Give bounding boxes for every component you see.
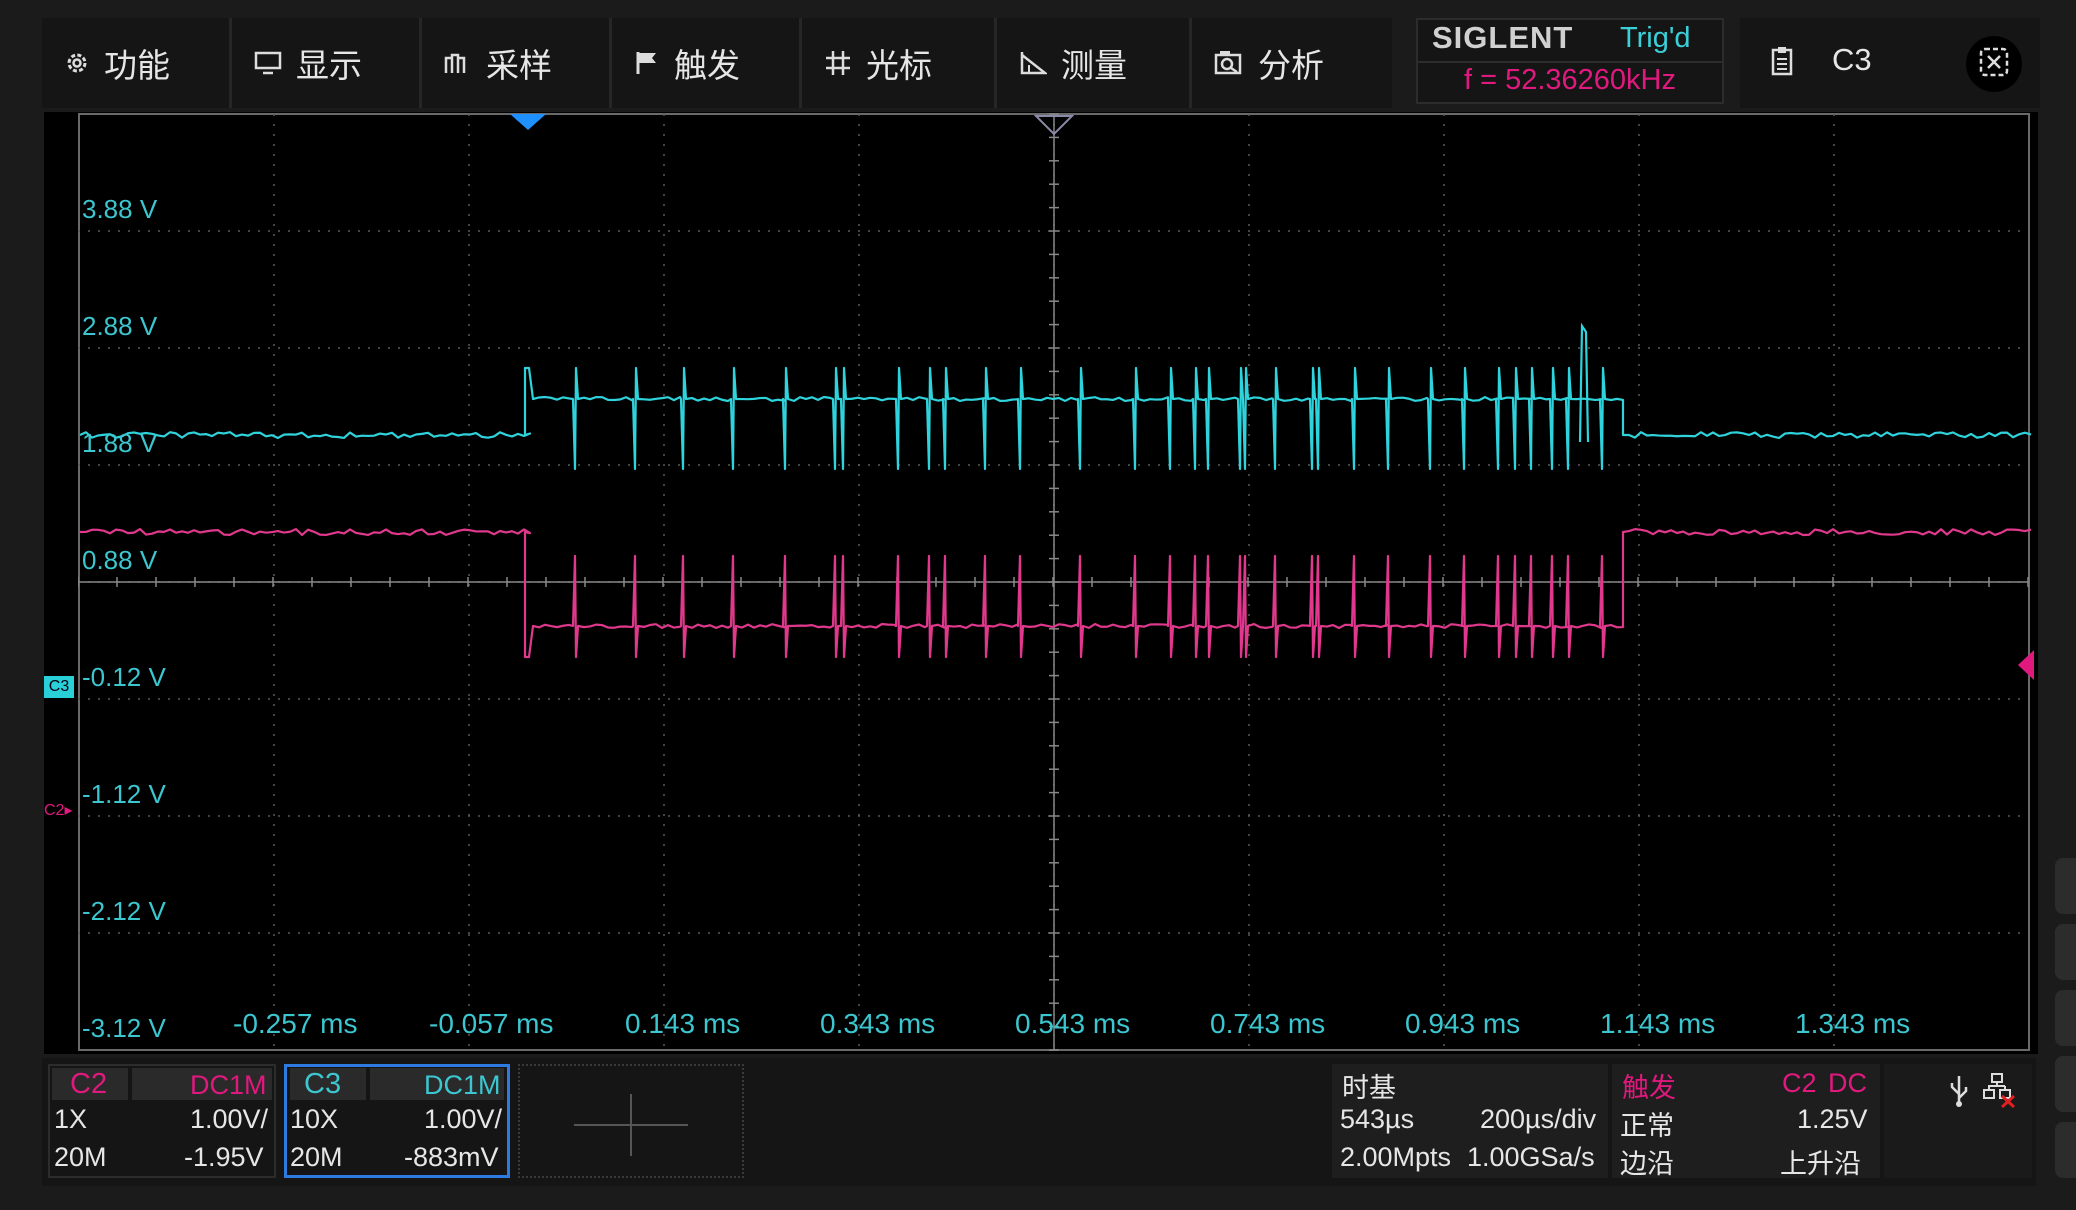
voltage-label: 2.88 V [82, 311, 157, 342]
menu-function-label: 功能 [104, 39, 170, 87]
time-label: 0.943 ms [1405, 1008, 1520, 1040]
usb-icon[interactable] [1948, 1074, 1970, 1112]
monitor-icon [254, 50, 282, 76]
brand-logo: SIGLENT [1432, 20, 1573, 56]
timebase-label: 时基 [1342, 1066, 1396, 1105]
c2-offset: -1.95V [184, 1142, 264, 1173]
menu-display-label: 显示 [296, 39, 362, 87]
time-label: 0.543 ms [1015, 1008, 1130, 1040]
time-label: 1.143 ms [1600, 1008, 1715, 1040]
c2-bandwidth: 20M [54, 1142, 107, 1173]
menu-trigger[interactable]: 触发 [612, 18, 802, 108]
side-tab[interactable] [2055, 924, 2076, 980]
c3-offset-marker[interactable]: C3 [44, 676, 74, 698]
trigger-status: Trig'd [1620, 22, 1691, 55]
time-label: 1.343 ms [1795, 1008, 1910, 1040]
trigger-level: 1.25V [1797, 1104, 1868, 1135]
voltage-label: -1.12 V [82, 779, 166, 810]
c3-coupling: DC1M [424, 1070, 501, 1101]
c3-name: C3 [304, 1068, 341, 1101]
cursor-icon [824, 49, 852, 77]
waveform-grid [78, 112, 2034, 1054]
network-disconnected-icon[interactable] [1982, 1072, 2016, 1112]
c2-probe: 1X [54, 1104, 87, 1135]
c2-marker-label: C2 [44, 802, 64, 819]
menu-bar: 功能 显示 采样 触发 光标 测量 分析 [42, 18, 1392, 108]
voltage-label: -0.12 V [82, 662, 166, 693]
side-tab[interactable] [2055, 858, 2076, 914]
menu-analysis[interactable]: 分析 [1192, 18, 1392, 108]
trigger-level-marker[interactable] [2018, 650, 2034, 680]
menu-trigger-label: 触发 [674, 39, 740, 87]
trigger-slope: 上升沿 [1780, 1142, 1861, 1181]
c2-coupling: DC1M [190, 1070, 267, 1101]
measure-icon [1019, 50, 1047, 76]
c2-scale: 1.00V/ [190, 1104, 268, 1135]
divider [1418, 61, 1722, 63]
c2-trace [80, 529, 2031, 657]
active-channel-label: C3 [1832, 42, 1872, 78]
plus-icon [574, 1094, 688, 1160]
menu-cursor-label: 光标 [866, 39, 932, 87]
timebase-delay: 543µs [1340, 1104, 1414, 1135]
voltage-label: 3.88 V [82, 194, 157, 225]
voltage-label: -2.12 V [82, 896, 166, 927]
voltage-label: 0.88 V [82, 545, 157, 576]
trigger-position-marker[interactable] [510, 114, 546, 130]
time-label: 0.743 ms [1210, 1008, 1325, 1040]
menu-display[interactable]: 显示 [232, 18, 422, 108]
trigger-coupling: DC [1828, 1068, 1867, 1099]
time-label: -0.257 ms [233, 1008, 358, 1040]
menu-measure-label: 测量 [1061, 39, 1127, 87]
c3-scale: 1.00V/ [424, 1104, 502, 1135]
memory-depth: 2.00Mpts [1340, 1142, 1451, 1173]
c3-glitch [1580, 326, 1588, 442]
trigger-label: 触发 [1622, 1066, 1676, 1105]
analysis-icon [1214, 50, 1244, 76]
side-tab[interactable] [2055, 1056, 2076, 1112]
clipboard-icon[interactable] [1770, 46, 1794, 80]
time-label: -0.057 ms [429, 1008, 554, 1040]
menu-analysis-label: 分析 [1258, 39, 1324, 87]
flag-icon [634, 50, 660, 76]
c3-bandwidth: 20M [290, 1142, 343, 1173]
time-label: 0.143 ms [625, 1008, 740, 1040]
trigger-type: 边沿 [1620, 1142, 1674, 1181]
c3-probe: 10X [290, 1104, 338, 1135]
voltage-label: 1.88 V [82, 428, 157, 459]
time-label: 0.343 ms [820, 1008, 935, 1040]
c2-offset-marker[interactable]: C2▸ [44, 800, 72, 820]
c2-name: C2 [70, 1068, 107, 1101]
menu-measure[interactable]: 测量 [997, 18, 1192, 108]
trigger-mode: 正常 [1620, 1104, 1674, 1143]
menu-acquire[interactable]: 采样 [422, 18, 612, 108]
c3-offset: -883mV [404, 1142, 499, 1173]
timebase-scale: 200µs/div [1480, 1104, 1596, 1135]
sample-rate: 1.00GSa/s [1467, 1142, 1595, 1173]
acquire-icon [444, 50, 472, 76]
center-time-marker [1034, 114, 1074, 140]
close-button[interactable] [1966, 36, 2022, 92]
close-icon [1977, 45, 2011, 83]
voltage-label: -3.12 V [82, 1013, 166, 1044]
side-tab[interactable] [2055, 990, 2076, 1046]
side-tab[interactable] [2055, 1122, 2076, 1178]
menu-function[interactable]: 功能 [42, 18, 232, 108]
gear-icon [64, 50, 90, 76]
add-channel-button[interactable] [518, 1064, 744, 1178]
trigger-source: C2 [1782, 1068, 1817, 1099]
menu-acquire-label: 采样 [486, 39, 552, 87]
menu-cursor[interactable]: 光标 [802, 18, 997, 108]
frequency-readout: f = 52.36260kHz [1418, 64, 1722, 97]
